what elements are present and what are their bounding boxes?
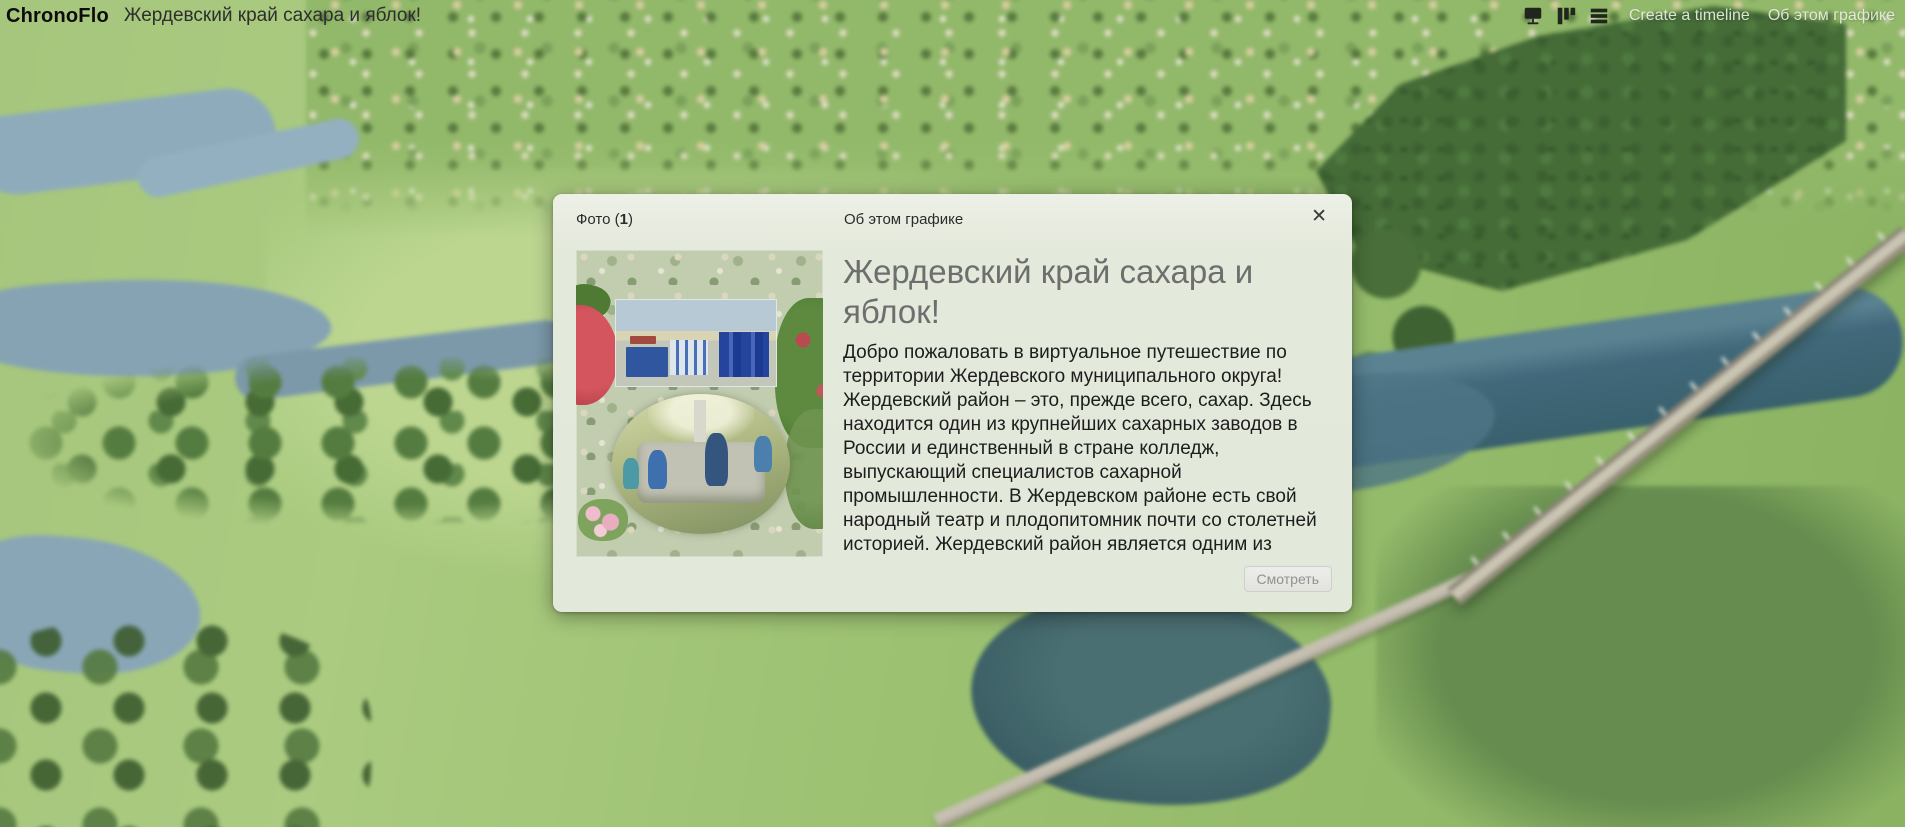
- worker-figure: [705, 433, 728, 486]
- factory-building: [670, 340, 708, 375]
- workers-photo-oval: [612, 394, 790, 534]
- sugar-factory-photo: [615, 299, 777, 387]
- about-graphic-link[interactable]: Об этом графике: [1768, 7, 1895, 25]
- event-detail-modal: Фото (1) Об этом графике ✕: [553, 194, 1352, 612]
- view-mode-switcher: [1521, 4, 1611, 28]
- flowers-photo: [578, 499, 628, 541]
- factory-tanks: [719, 332, 769, 377]
- tab-about-graphic[interactable]: Об этом графике: [844, 211, 963, 228]
- modal-content: Жердевский край сахара и яблок! Добро по…: [843, 250, 1325, 559]
- factory-building: [626, 347, 668, 377]
- event-title: Жердевский край сахара и яблок!: [843, 252, 1325, 332]
- brand-logo: ChronoFlo: [6, 5, 109, 28]
- list-view-icon[interactable]: [1587, 4, 1611, 28]
- top-bar: ChronoFlo Жердевский край сахара и яблок…: [0, 0, 1905, 32]
- tab-photos-suffix: ): [628, 211, 633, 228]
- topbar-actions: Create a timeline Об этом графике: [1521, 4, 1895, 28]
- timeline-title: Жердевский край сахара и яблок!: [124, 5, 421, 27]
- event-photo-collage[interactable]: [576, 250, 823, 557]
- screen-view-icon[interactable]: [1521, 4, 1545, 28]
- tree-cluster: [0, 621, 371, 827]
- factory-roof: [630, 336, 656, 344]
- columns-view-icon[interactable]: [1554, 4, 1578, 28]
- photos-count: 1: [620, 211, 628, 228]
- worker-figure: [623, 458, 639, 489]
- modal-header: Фото (1) Об этом графике ✕: [553, 194, 1352, 249]
- view-button[interactable]: Смотреть: [1244, 566, 1332, 592]
- worker-figure: [648, 450, 668, 489]
- tab-photos-label: Фото (: [576, 211, 620, 228]
- field-shadow: [1376, 486, 1905, 827]
- tab-photos[interactable]: Фото (1): [576, 211, 633, 228]
- machinery-pipe: [694, 400, 706, 445]
- close-icon[interactable]: ✕: [1311, 207, 1327, 226]
- event-description: Добро пожаловать в виртуальное путешеств…: [843, 341, 1325, 559]
- worker-figure: [754, 436, 772, 472]
- app-viewport: ChronoFlo Жердевский край сахара и яблок…: [0, 0, 1905, 827]
- create-timeline-link[interactable]: Create a timeline: [1629, 7, 1750, 25]
